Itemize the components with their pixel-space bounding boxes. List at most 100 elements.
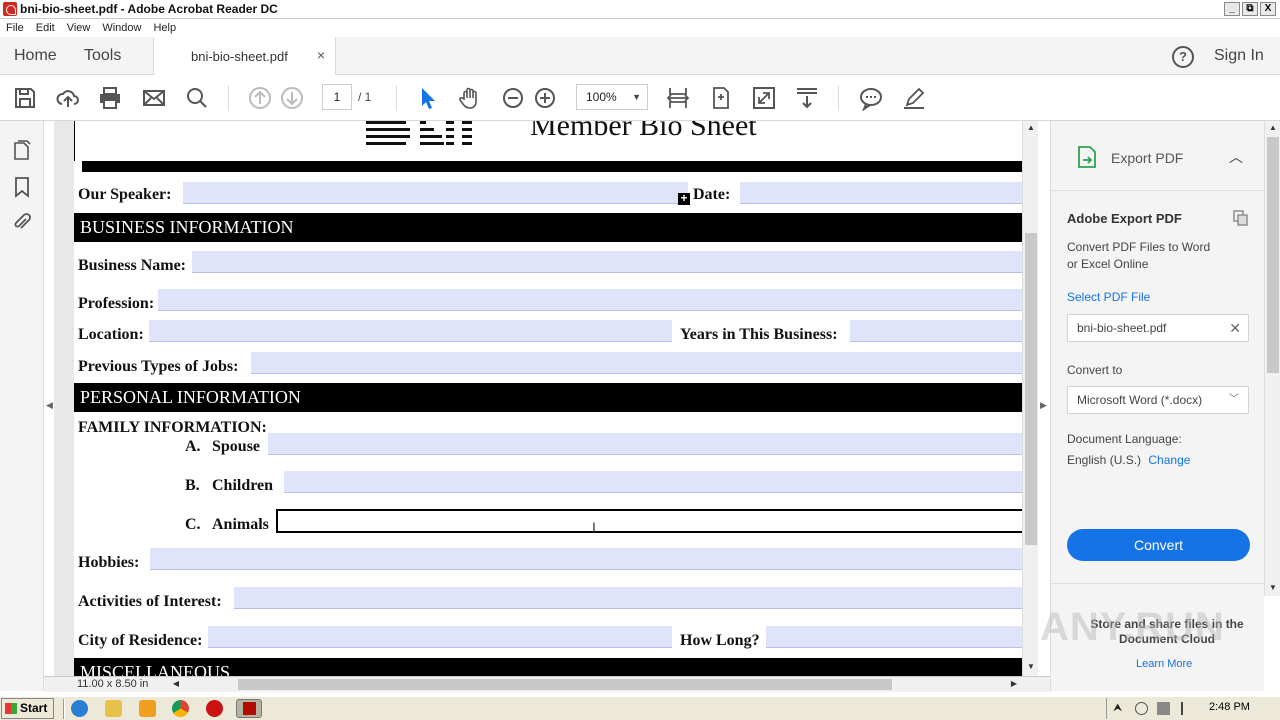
attachment-icon[interactable] [12,211,32,233]
menu-help[interactable]: Help [153,22,176,34]
activities-field[interactable] [234,587,1022,609]
menu-edit[interactable]: Edit [36,22,55,34]
panel-scroll-up-arrow[interactable]: ▲ [1265,121,1280,135]
convert-button[interactable]: Convert [1067,529,1250,561]
selected-file-field[interactable]: bni-bio-sheet.pdf ✕ [1067,314,1249,342]
how-long-label: How Long? [680,632,760,649]
acrobat-taskbar-button[interactable] [236,699,262,718]
start-button[interactable]: Start [1,698,54,719]
zoom-out-icon[interactable] [500,85,526,111]
rotate-page-icon[interactable] [708,85,734,111]
select-pdf-file-link[interactable]: Select PDF File [1067,290,1150,304]
close-tab-icon[interactable]: × [317,47,325,63]
save-icon[interactable] [12,85,38,111]
spouse-letter: A. [185,438,201,455]
panel-scroll-down-arrow[interactable]: ▼ [1265,581,1280,595]
scroll-left-arrow[interactable]: ◀ [168,677,184,693]
minimize-button[interactable]: _ [1224,2,1240,16]
restore-button[interactable]: ⧉ [1242,2,1258,16]
select-cursor-icon[interactable] [414,85,440,111]
clear-file-icon[interactable]: ✕ [1229,315,1241,341]
convert-to-select[interactable]: Microsoft Word (*.docx) ﹀ [1067,386,1249,414]
scrollbar-thumb[interactable] [1025,233,1037,545]
panel-scrollbar-thumb[interactable] [1267,137,1279,373]
change-language-link[interactable]: Change [1148,453,1190,467]
scroll-mode-icon[interactable] [794,85,820,111]
document-vertical-scrollbar[interactable]: ▲ ▼ [1022,121,1038,676]
hobbies-field[interactable] [150,548,1022,570]
windows-flag-icon [5,703,17,714]
tray-network-icon[interactable] [1157,702,1170,715]
speaker-field[interactable] [183,182,688,204]
next-page-icon[interactable] [279,85,305,111]
chrome-icon[interactable] [172,700,189,717]
menu-window[interactable]: Window [102,22,141,34]
sign-in-link[interactable]: Sign In [1214,47,1264,65]
expand-field-icon[interactable]: + [678,192,690,205]
learn-more-link[interactable]: Learn More [1136,658,1192,670]
menu-file[interactable]: File [6,22,24,34]
chevron-down-icon: ﹀ [1229,394,1239,405]
fit-width-icon[interactable] [665,85,691,111]
tray-flag-icon[interactable] [1181,702,1194,715]
close-window-button[interactable]: X [1260,2,1276,16]
scroll-down-arrow[interactable]: ▼ [1023,660,1039,674]
media-player-icon[interactable] [139,700,156,717]
menu-view[interactable]: View [67,22,91,34]
city-field[interactable] [208,626,672,648]
previous-page-icon[interactable] [247,85,273,111]
hand-tool-icon[interactable] [457,85,483,111]
chevron-up-icon[interactable]: ︿ [1229,147,1243,167]
help-icon[interactable]: ? [1172,46,1194,68]
horizontal-scrollbar-thumb[interactable] [238,679,892,690]
family-information-label: FAMILY INFORMATION: [78,419,267,436]
highlight-pen-icon[interactable] [901,85,927,111]
business-name-field[interactable] [192,251,1022,273]
scroll-right-arrow[interactable]: ▶ [1006,677,1022,693]
file-explorer-icon[interactable] [105,700,122,717]
tray-volume-icon[interactable] [1135,702,1148,715]
animals-label: Animals [212,516,269,533]
location-field[interactable] [149,320,672,342]
animals-field[interactable] [276,509,1022,533]
date-field[interactable] [740,182,1022,204]
animals-letter: C. [185,516,201,533]
tab-tools[interactable]: Tools [84,47,121,65]
zoom-select[interactable]: 100% ▼ [576,84,648,110]
zoom-in-icon[interactable] [532,85,558,111]
panel-vertical-scrollbar[interactable]: ▲ ▼ [1264,121,1280,596]
collapse-right-pane-icon[interactable]: ▶ [1040,400,1047,411]
page-number-input[interactable]: 1 [322,84,352,110]
page-thumbnails-icon[interactable] [12,139,32,161]
print-icon[interactable] [97,85,123,111]
opera-icon[interactable] [206,700,223,717]
header-rule [82,161,1022,172]
export-pdf-header[interactable]: Export PDF ︿ [1051,121,1265,191]
toolbar: 1 / 1 100% ▼ [0,75,1280,121]
previous-jobs-field[interactable] [251,352,1022,374]
toolbar-divider [228,85,229,111]
tray-expand-icon[interactable]: ⮝ [1113,702,1126,715]
page-size-readout: 11.00 x 8.50 in [77,678,149,690]
email-icon[interactable] [141,85,167,111]
spouse-field[interactable] [268,433,1022,455]
zoom-value: 100% [586,90,617,104]
scroll-up-arrow[interactable]: ▲ [1023,121,1039,135]
comment-icon[interactable] [858,85,884,112]
upload-cloud-icon[interactable] [55,85,81,111]
full-screen-icon[interactable] [751,85,777,111]
title-bar: bni-bio-sheet.pdf - Adobe Acrobat Reader… [0,0,1280,19]
copy-icon[interactable] [1233,210,1249,226]
selected-file-name: bni-bio-sheet.pdf [1077,321,1167,335]
internet-explorer-icon[interactable] [71,700,88,717]
bookmark-icon[interactable] [12,176,32,198]
profession-field[interactable] [158,289,1022,311]
collapse-left-pane-icon[interactable]: ◀ [46,400,53,411]
how-long-field[interactable] [766,626,1022,648]
document-language-row: English (U.S.) Change [1067,453,1190,467]
search-icon[interactable] [184,85,210,111]
years-field[interactable] [850,320,1022,342]
tab-home[interactable]: Home [14,47,57,65]
children-field[interactable] [284,471,1022,493]
tab-document[interactable]: bni-bio-sheet.pdf × [153,37,336,75]
